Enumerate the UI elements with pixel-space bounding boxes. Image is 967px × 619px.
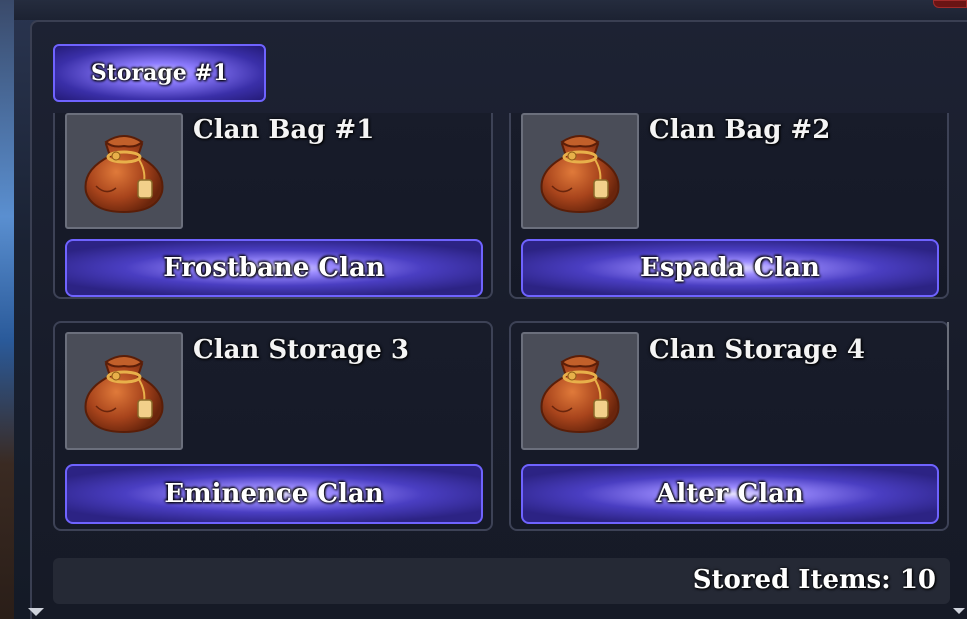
chevron-down-icon [953, 608, 965, 614]
bag-slot[interactable] [65, 113, 183, 229]
clan-card: Clan Bag #1 Frostbane Clan [53, 113, 493, 299]
bag-slot[interactable] [521, 332, 639, 450]
clan-button-label: Eminence Clan [164, 479, 384, 509]
scrollbar-thumb[interactable] [947, 322, 949, 390]
clan-button-alter[interactable]: Alter Clan [521, 464, 939, 524]
clan-storage-grid[interactable]: Clan Bag #1 Frostbane Clan Clan Bag #2 E… [53, 113, 950, 543]
chevron-down-icon [28, 608, 44, 616]
background-top-strip [14, 0, 967, 20]
clan-button-label: Frostbane Clan [163, 253, 385, 283]
clan-button-espada[interactable]: Espada Clan [521, 239, 939, 297]
storage-footer: Stored Items: 10 [53, 558, 950, 604]
storage-tab-label: Storage #1 [90, 60, 229, 86]
leather-bag-icon [84, 135, 164, 214]
background-left-strip [0, 0, 14, 619]
card-title: Clan Bag #2 [649, 115, 831, 145]
clan-card: Clan Storage 3 Eminence Clan [53, 321, 493, 531]
card-title: Clan Storage 3 [193, 335, 409, 365]
card-title: Clan Storage 4 [649, 335, 865, 365]
clan-card: Clan Storage 4 Alter Clan [509, 321, 949, 531]
leather-bag-icon [84, 355, 164, 434]
clan-card: Clan Bag #2 Espada Clan [509, 113, 949, 299]
clan-button-label: Alter Clan [656, 479, 804, 509]
card-title: Clan Bag #1 [193, 115, 375, 145]
bag-slot[interactable] [521, 113, 639, 229]
clan-button-frostbane[interactable]: Frostbane Clan [65, 239, 483, 297]
clan-button-label: Espada Clan [640, 253, 820, 283]
close-corner[interactable] [933, 0, 967, 8]
stored-items-count: Stored Items: 10 [692, 565, 936, 595]
bag-slot[interactable] [65, 332, 183, 450]
leather-bag-icon [540, 355, 620, 434]
clan-button-eminence[interactable]: Eminence Clan [65, 464, 483, 524]
storage-tab-button[interactable]: Storage #1 [53, 44, 266, 102]
leather-bag-icon [540, 135, 620, 214]
